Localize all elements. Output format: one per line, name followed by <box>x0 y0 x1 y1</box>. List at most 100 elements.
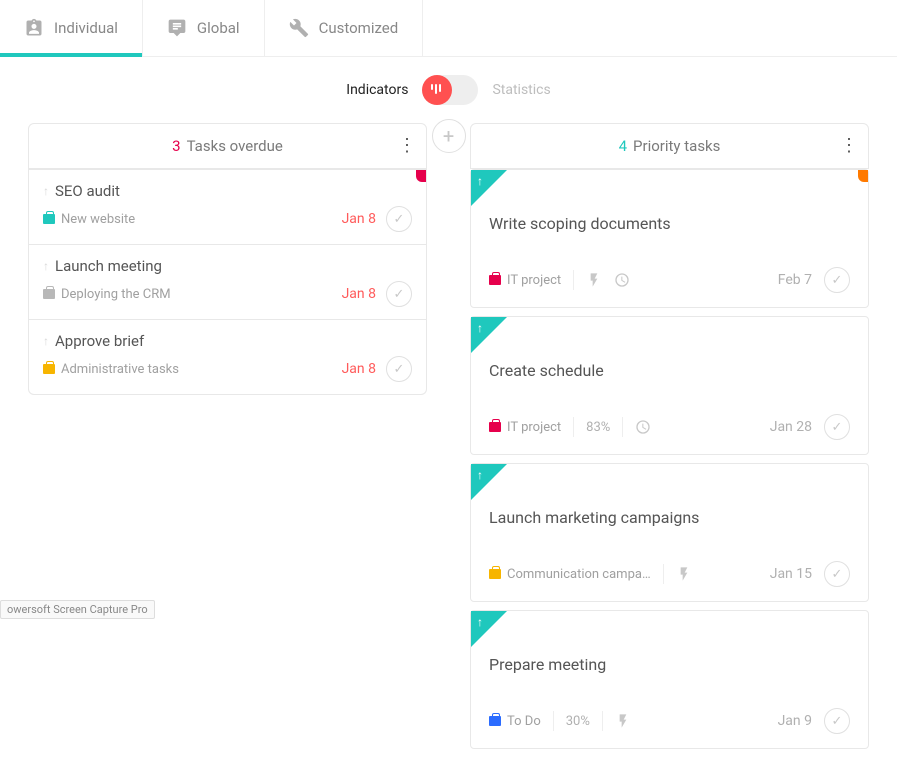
task-title: Launch marketing campaigns <box>489 508 850 527</box>
divider <box>602 711 603 731</box>
task-project: New website <box>43 212 135 227</box>
task-date: Jan 8 <box>342 211 376 227</box>
card-flag <box>858 170 868 182</box>
board: 3 Tasks overdue ↑ SEO audit New website Jan… <box>0 123 897 757</box>
task-meta: New website Jan 8 <box>43 206 412 232</box>
task-title: Approve brief <box>55 332 144 350</box>
task-date: Feb 7 <box>778 272 812 288</box>
clock-icon <box>614 272 630 288</box>
tab-label: Customized <box>319 19 399 37</box>
person-badge-icon <box>24 18 44 38</box>
add-column-button[interactable]: + <box>432 119 466 153</box>
priority-count: 4 <box>619 137 627 155</box>
task-percent: 30% <box>566 714 590 729</box>
task-date: Jan 28 <box>770 419 812 435</box>
briefcase-icon <box>43 289 55 299</box>
task-date: Jan 8 <box>342 361 376 377</box>
watermark: owersoft Screen Capture Pro <box>0 600 155 619</box>
task-footer-left: IT project <box>489 270 630 290</box>
clock-icon <box>635 419 651 435</box>
task-footer-right: Jan 9 <box>778 708 850 734</box>
task-date: Jan 15 <box>770 566 812 582</box>
mode-toggle-row: Indicators Statistics <box>0 57 897 123</box>
task-title-row: ↑Launch meeting <box>43 257 412 275</box>
divider <box>573 417 574 437</box>
task-project: Communication campa… <box>489 567 651 582</box>
priority-corner-icon <box>471 464 507 500</box>
complete-button[interactable] <box>824 561 850 587</box>
complete-button[interactable] <box>824 267 850 293</box>
project-name: IT project <box>507 273 561 288</box>
project-name: IT project <box>507 420 561 435</box>
bolt-icon <box>615 713 631 729</box>
task-date: Jan 8 <box>342 286 376 302</box>
task-footer-right: Jan 28 <box>770 414 850 440</box>
overdue-count: 3 <box>172 137 180 155</box>
overdue-title: Tasks overdue <box>187 137 283 155</box>
priority-corner-icon <box>471 170 507 206</box>
task-footer-left: Communication campa… <box>489 564 692 584</box>
arrow-up-icon: ↑ <box>43 334 49 348</box>
complete-button[interactable] <box>824 414 850 440</box>
complete-button[interactable] <box>824 708 850 734</box>
task-title: SEO audit <box>55 182 120 200</box>
complete-button[interactable] <box>386 281 412 307</box>
complete-button[interactable] <box>386 356 412 382</box>
task-card[interactable]: ↑ SEO audit New website Jan 8 <box>28 169 427 245</box>
priority-corner-icon <box>471 611 507 647</box>
divider <box>663 564 664 584</box>
task-footer: Communication campa… Jan 15 <box>489 561 850 587</box>
task-footer-right: Feb 7 <box>778 267 850 293</box>
task-project: To Do <box>489 714 541 729</box>
task-card[interactable]: ↑Launch meeting Deploying the CRM Jan 8 <box>28 245 427 320</box>
tab-customized[interactable]: Customized <box>265 0 424 56</box>
task-date: Jan 9 <box>778 713 812 729</box>
task-percent: 83% <box>586 420 610 435</box>
task-right: Jan 8 <box>342 281 412 307</box>
list-icon <box>167 18 187 38</box>
task-meta: Administrative tasks Jan 8 <box>43 356 412 382</box>
add-column-wrap: + <box>427 123 470 757</box>
priority-card[interactable]: Write scoping documentsIT projectFeb 7 <box>470 169 869 308</box>
tab-label: Global <box>197 19 240 37</box>
task-footer-left: To Do 30% <box>489 711 631 731</box>
briefcase-icon <box>489 422 501 432</box>
task-card[interactable]: ↑ Approve brief Administrative tasks Jan 8 <box>28 320 427 395</box>
tab-global[interactable]: Global <box>143 0 265 56</box>
task-footer-right: Jan 15 <box>770 561 850 587</box>
task-project: Deploying the CRM <box>43 287 171 302</box>
task-title: Prepare meeting <box>489 655 850 674</box>
task-footer-left: IT project 83% <box>489 417 651 437</box>
toggle-knob <box>422 75 452 105</box>
divider <box>573 270 574 290</box>
divider <box>553 711 554 731</box>
priority-card[interactable]: Prepare meeting To Do 30% Jan 9 <box>470 610 869 749</box>
priority-card[interactable]: Launch marketing campaigns Communication … <box>470 463 869 602</box>
priority-corner-icon <box>471 317 507 353</box>
complete-button[interactable] <box>386 206 412 232</box>
briefcase-icon <box>43 214 55 224</box>
toggle-label-indicators: Indicators <box>346 82 408 98</box>
column-priority: 4 Priority tasks Write scoping documents… <box>470 123 869 757</box>
project-name: Administrative tasks <box>61 362 179 377</box>
tab-individual[interactable]: Individual <box>0 0 143 56</box>
view-tabs: Individual Global Customized <box>0 0 897 57</box>
toggle-label-statistics: Statistics <box>492 82 550 98</box>
task-project: Administrative tasks <box>43 362 179 377</box>
task-footer: IT project Feb 7 <box>489 267 850 293</box>
tab-label: Individual <box>54 19 118 37</box>
priority-card[interactable]: Create scheduleIT project83%Jan 28 <box>470 316 869 455</box>
column-header-overdue: 3 Tasks overdue <box>28 123 427 169</box>
mode-toggle[interactable] <box>422 75 478 105</box>
bolt-icon <box>586 272 602 288</box>
project-name: Communication campa… <box>507 567 651 582</box>
divider <box>622 417 623 437</box>
task-meta: Deploying the CRM Jan 8 <box>43 281 412 307</box>
task-right: Jan 8 <box>342 206 412 232</box>
column-header-priority: 4 Priority tasks <box>470 123 869 169</box>
task-project: IT project <box>489 420 561 435</box>
arrow-up-icon: ↑ <box>43 184 49 198</box>
project-name: Deploying the CRM <box>61 287 171 302</box>
arrow-up-icon: ↑ <box>43 259 49 273</box>
task-title-row: ↑ Approve brief <box>43 332 412 350</box>
